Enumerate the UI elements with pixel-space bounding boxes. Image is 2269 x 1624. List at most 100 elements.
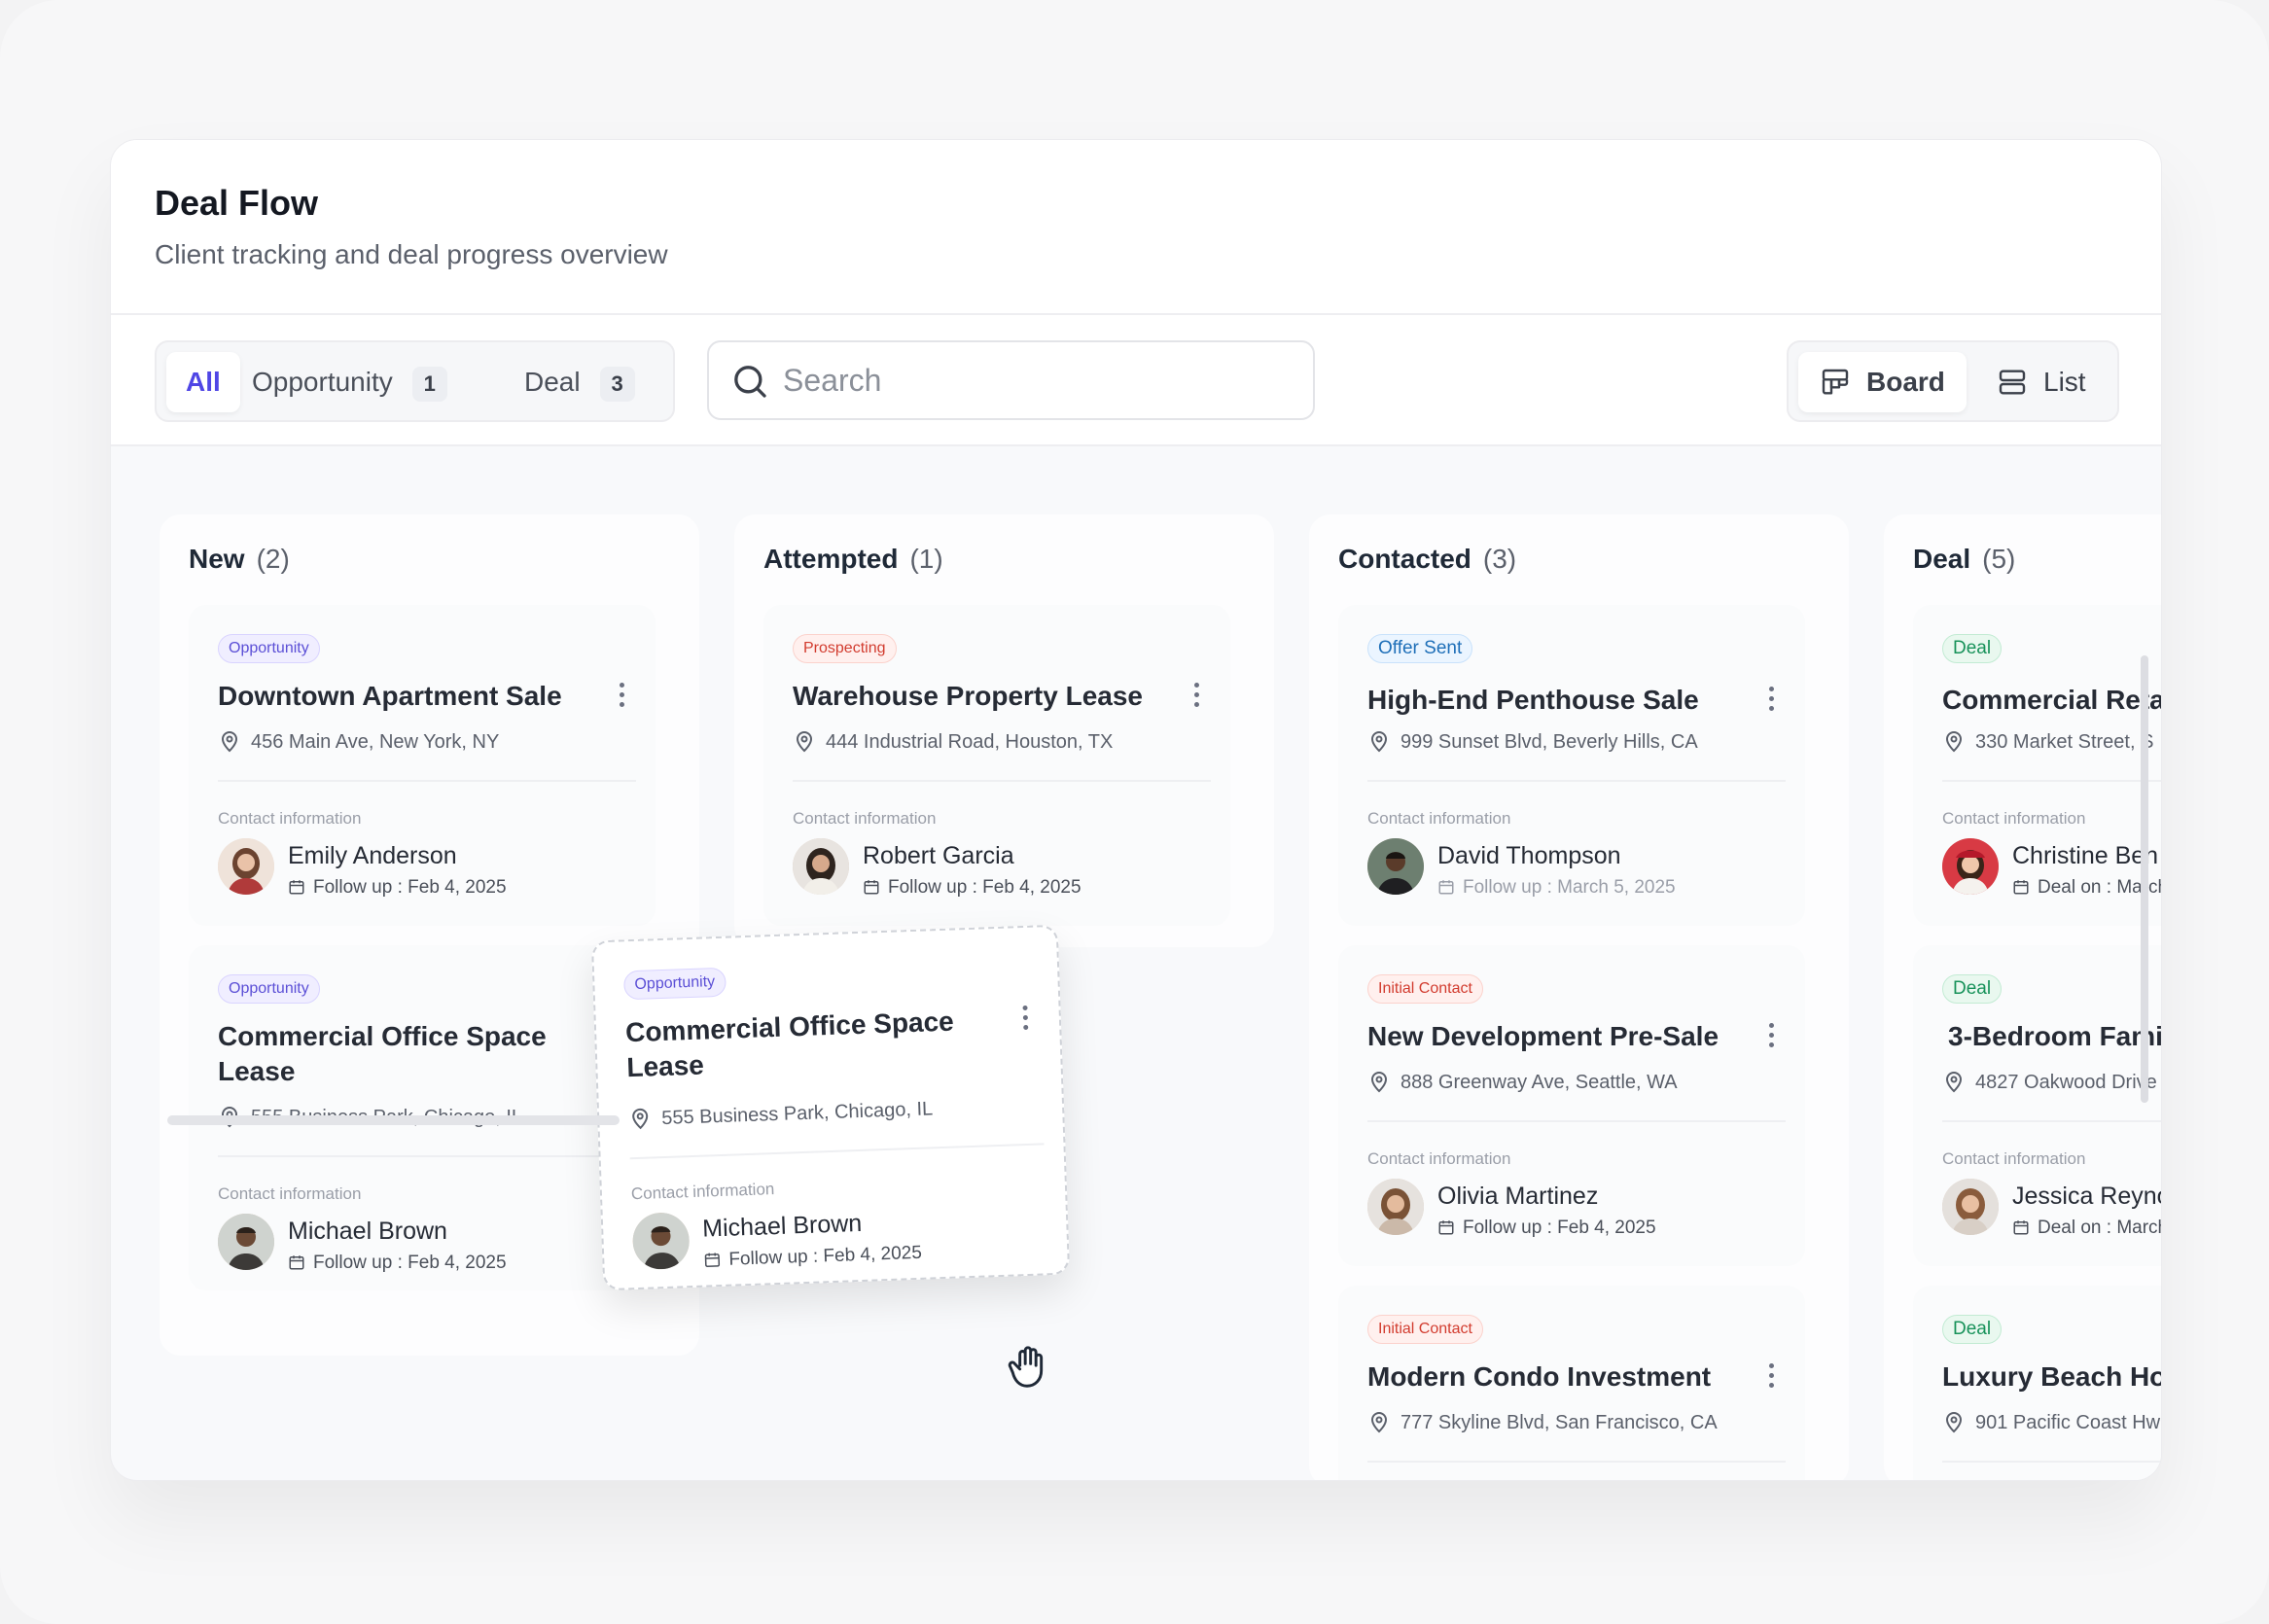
column-count: (5): [1982, 544, 2016, 574]
address-text: 901 Pacific Coast Hw: [1975, 1412, 2161, 1433]
column-deal: Deal (5) Deal Commercial Retai 330 Market…: [1884, 514, 2162, 1480]
deal-address: 444 Industrial Road, Houston, TX: [793, 729, 1113, 755]
deal-flow-panel: Deal Flow Client tracking and deal progr…: [110, 139, 2162, 1481]
kebab-icon[interactable]: [1766, 1363, 1776, 1393]
search-box[interactable]: [707, 340, 1315, 420]
address-text: 777 Skyline Blvd, San Francisco, CA: [1400, 1412, 1718, 1433]
card-divider: [218, 780, 636, 782]
board-view-label: Board: [1866, 367, 1945, 397]
deal-card[interactable]: Initial Contact Modern Condo Investment …: [1338, 1286, 1805, 1480]
calendar-icon: [2013, 1220, 2029, 1235]
deal-on: Deal on : March: [2012, 1218, 2162, 1239]
avatar: [1367, 838, 1424, 895]
card-divider: [1367, 780, 1786, 782]
column-header: Deal (5): [1913, 544, 2015, 575]
deal-card[interactable]: Deal Commercial Retai 330 Market Street,…: [1913, 605, 2161, 926]
contact-name: Jessica Reyno: [2012, 1183, 2162, 1210]
contact-label: Contact information: [793, 809, 937, 828]
deal-card[interactable]: Opportunity Downtown Apartment Sale 456 …: [189, 605, 656, 926]
horizontal-scrollbar[interactable]: [167, 1115, 620, 1125]
column-header: Attempted (1): [763, 544, 943, 575]
deal-title: Commercial Office Space Lease: [218, 1021, 547, 1086]
vertical-scrollbar[interactable]: [2141, 655, 2148, 1103]
calendar-icon: [704, 1253, 721, 1268]
view-toggle: Board List: [1787, 340, 2119, 422]
status-badge: Offer Sent: [1367, 634, 1473, 663]
follow-up: Follow up : Feb 4, 2025: [863, 877, 1081, 899]
dragging-deal-card[interactable]: Opportunity Commercial Office Space Leas…: [590, 924, 1071, 1291]
kebab-icon[interactable]: [1766, 1023, 1776, 1052]
card-divider: [1942, 780, 2161, 782]
deal-address: 777 Skyline Blvd, San Francisco, CA: [1367, 1410, 1718, 1435]
kebab-icon[interactable]: [1191, 683, 1201, 712]
location-pin-icon: [1370, 1072, 1388, 1093]
deal-title: 3-Bedroom Famil: [1948, 1021, 2162, 1051]
deal-card[interactable]: Deal 3-Bedroom Famil 4827 Oakwood Drive …: [1913, 945, 2162, 1266]
filter-tab-opportunity[interactable]: Opportunity 1: [232, 352, 467, 412]
opportunity-count-badge: 1: [411, 366, 447, 402]
deal-card[interactable]: Prospecting Warehouse Property Lease 444…: [763, 605, 1230, 926]
deal-on-text: Deal on : March: [2038, 1218, 2162, 1238]
contact-label: Contact information: [1942, 809, 2086, 828]
contact-label: Contact information: [1942, 1149, 2086, 1168]
deal-card[interactable]: Deal Luxury Beach Hou 901 Pacific Coast …: [1913, 1286, 2161, 1480]
card-divider: [1367, 1461, 1786, 1463]
calendar-icon: [2013, 880, 2029, 895]
calendar-icon: [1438, 1220, 1454, 1235]
deal-title: Downtown Apartment Sale: [218, 681, 562, 711]
deal-title: New Development Pre-Sale: [1367, 1021, 1719, 1051]
list-view-button[interactable]: List: [1975, 352, 2108, 412]
column-attempted: Attempted (1) Prospecting Warehouse Prope…: [734, 514, 1274, 947]
location-pin-icon: [1945, 1072, 1963, 1093]
contact-name: Robert Garcia: [863, 842, 1014, 869]
calendar-icon: [864, 880, 879, 895]
column-header: New (2): [189, 544, 290, 575]
follow-up: Follow up : Feb 4, 2025: [288, 877, 507, 899]
deal-address: 888 Greenway Ave, Seattle, WA: [1367, 1070, 1678, 1095]
contact-name: David Thompson: [1437, 842, 1621, 869]
avatar: [793, 838, 849, 895]
page-subtitle: Client tracking and deal progress overvi…: [155, 239, 668, 269]
address-text: 555 Business Park, Chicago, IL: [660, 1098, 934, 1130]
follow-up-text: Follow up : March 5, 2025: [1463, 877, 1676, 898]
page-title: Deal Flow: [155, 183, 319, 223]
filter-tab-all[interactable]: All: [166, 352, 240, 412]
kebab-icon[interactable]: [1019, 1005, 1030, 1035]
board-view-button[interactable]: Board: [1798, 352, 1967, 412]
avatar: [631, 1212, 691, 1271]
status-badge: Opportunity: [622, 967, 727, 1001]
contact-label: Contact information: [218, 1184, 362, 1203]
contact-label: Contact information: [1367, 809, 1511, 828]
kebab-icon[interactable]: [1766, 687, 1776, 716]
card-divider: [1367, 1120, 1786, 1122]
contact-name: Christine Ben: [2012, 842, 2159, 869]
calendar-icon: [289, 1255, 304, 1270]
follow-up: Follow up : Feb 4, 2025: [1437, 1218, 1656, 1239]
search-input[interactable]: [783, 356, 1289, 405]
deal-count-badge: 3: [599, 366, 635, 402]
location-pin-icon: [221, 731, 238, 753]
deal-card[interactable]: Offer Sent High-End Penthouse Sale 999 S…: [1338, 605, 1805, 926]
address-text: 888 Greenway Ave, Seattle, WA: [1400, 1072, 1678, 1093]
status-badge: Initial Contact: [1367, 974, 1483, 1004]
deal-title: Commercial Office Space Lease: [624, 1006, 955, 1083]
column-count: (1): [909, 544, 943, 574]
follow-up-text: Follow up : Feb 4, 2025: [1463, 1218, 1656, 1238]
avatar: [218, 838, 274, 895]
avatar: [218, 1214, 274, 1270]
column-title: Deal: [1913, 544, 1971, 574]
status-badge: Initial Contact: [1367, 1315, 1483, 1344]
avatar: [1367, 1179, 1424, 1235]
kebab-icon[interactable]: [617, 683, 626, 712]
contact-label: Contact information: [218, 809, 362, 828]
deal-card[interactable]: Initial Contact New Development Pre-Sale…: [1338, 945, 1805, 1266]
follow-up: Follow up : Feb 4, 2025: [288, 1253, 507, 1274]
filter-tab-opportunity-label: Opportunity: [252, 367, 393, 397]
filter-tab-all-label: All: [186, 367, 221, 397]
calendar-icon: [289, 880, 304, 895]
column-title: Contacted: [1338, 544, 1471, 574]
status-badge: Deal: [1942, 1315, 2003, 1344]
filter-tab-deal[interactable]: Deal 3: [505, 352, 655, 412]
board-icon: [1822, 369, 1849, 395]
location-pin-icon: [1945, 731, 1963, 753]
